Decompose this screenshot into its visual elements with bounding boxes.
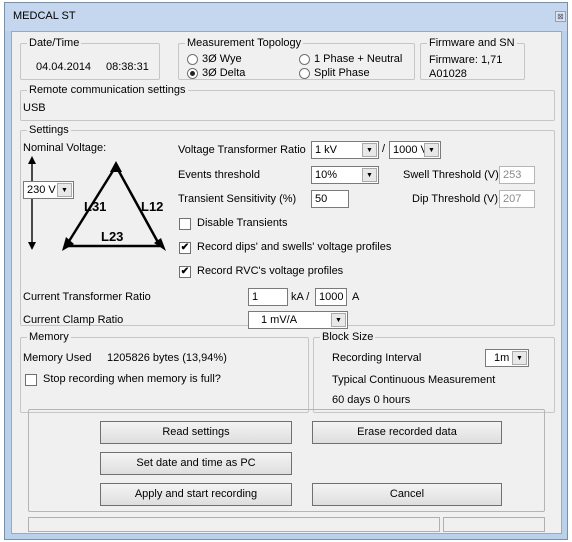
clamp-ratio-select[interactable]: 1 mV/A ▼: [248, 311, 348, 329]
nominal-voltage-label: Nominal Voltage:: [23, 142, 107, 154]
status-bar-left: [28, 517, 440, 532]
chevron-down-icon[interactable]: ▼: [362, 168, 377, 182]
record-dips-label[interactable]: Record dips' and swells' voltage profile…: [197, 241, 391, 253]
nominal-voltage-value: 230 V: [27, 184, 56, 196]
clamp-ratio-label: Current Clamp Ratio: [23, 314, 124, 326]
vt-separator: /: [382, 143, 386, 155]
remote-group: Remote communication settings USB: [20, 84, 555, 121]
diagram-label-l12: L12: [141, 199, 164, 214]
stop-when-full-label[interactable]: Stop recording when memory is full?: [43, 373, 221, 385]
memory-group: Memory Memory Used 1205826 bytes (13,94%…: [20, 331, 309, 413]
topology-label-1phase[interactable]: 1 Phase + Neutral: [314, 53, 402, 65]
close-icon[interactable]: ⊠: [555, 11, 566, 22]
title-bar[interactable]: MEDCAL ST ⊠: [5, 3, 567, 31]
vt-ratio-label: Voltage Transformer Ratio: [178, 144, 306, 156]
typical-measurement-value: 60 days 0 hours: [332, 394, 411, 406]
diagram-label-l31: L31: [84, 199, 107, 214]
record-rvc-label[interactable]: Record RVC's voltage profiles: [197, 265, 343, 277]
events-threshold-label: Events threshold: [178, 169, 260, 181]
dip-threshold-label: Dip Threshold (V): [412, 193, 498, 205]
topology-label-wye[interactable]: 3Ø Wye: [202, 53, 242, 65]
ct-ratio-label: Current Transformer Ratio: [23, 291, 151, 303]
firmware-legend: Firmware and SN: [427, 37, 517, 50]
time-value: 08:38:31: [106, 61, 149, 73]
swell-threshold-label: Swell Threshold (V): [403, 169, 499, 181]
memory-legend: Memory: [27, 331, 71, 344]
topology-group: Measurement Topology 3Ø Wye 3Ø Delta 1 P…: [178, 37, 415, 80]
disable-transients-label[interactable]: Disable Transients: [197, 217, 288, 229]
cancel-button[interactable]: Cancel: [312, 483, 502, 506]
record-dips-checkbox[interactable]: ✔: [179, 242, 191, 254]
topology-radio-wye[interactable]: [187, 54, 198, 65]
vt-secondary-select[interactable]: 1000 V ▼: [389, 141, 441, 159]
erase-data-button[interactable]: Erase recorded data: [312, 421, 502, 444]
topology-radio-split[interactable]: [299, 68, 310, 79]
topology-radio-1phase[interactable]: [299, 54, 310, 65]
apply-start-button[interactable]: Apply and start recording: [100, 483, 292, 506]
swell-threshold-field[interactable]: 253: [499, 166, 535, 184]
memory-used-label: Memory Used: [23, 352, 92, 364]
memory-used-value: 1205826 bytes (13,94%): [107, 352, 227, 364]
remote-value: USB: [23, 102, 46, 114]
ct-unit-a: A: [352, 291, 360, 303]
disable-transients-checkbox[interactable]: [179, 218, 191, 230]
window-title: MEDCAL ST: [13, 10, 76, 22]
recording-interval-value: 1m: [494, 352, 510, 364]
firmware-group: Firmware and SN Firmware: 1,71 A01028: [420, 37, 525, 80]
transient-sensitivity-label: Transient Sensitivity (%): [178, 193, 297, 205]
arrow-up-icon: [28, 156, 36, 164]
record-rvc-checkbox[interactable]: ✔: [179, 266, 191, 278]
ct-primary-field[interactable]: 1: [248, 288, 288, 306]
nominal-voltage-select[interactable]: 230 V ▼: [23, 181, 74, 199]
typical-measurement-label: Typical Continuous Measurement: [332, 374, 496, 386]
ct-secondary-field[interactable]: 1000: [315, 288, 347, 306]
block-size-group: Block Size Recording Interval 1m ▼ Typic…: [313, 331, 555, 413]
recording-interval-label: Recording Interval: [332, 352, 422, 364]
date-value: 04.04.2014: [36, 61, 92, 73]
set-date-button[interactable]: Set date and time as PC: [100, 452, 292, 475]
block-size-legend: Block Size: [320, 331, 376, 344]
status-bar-right: [443, 517, 545, 532]
topology-label-split[interactable]: Split Phase: [314, 67, 370, 79]
topology-legend: Measurement Topology: [185, 37, 304, 50]
chevron-down-icon[interactable]: ▼: [362, 143, 377, 157]
arrowhead-icon: [110, 161, 122, 172]
settings-group: Settings Nominal Voltage: L31 L12 L23 23…: [20, 124, 555, 329]
transient-sensitivity-field[interactable]: 50: [311, 190, 349, 208]
topology-label-delta[interactable]: 3Ø Delta: [202, 67, 245, 79]
chevron-down-icon[interactable]: ▼: [331, 313, 346, 327]
events-threshold-select[interactable]: 10% ▼: [311, 166, 379, 184]
arrow-down-icon: [28, 242, 36, 250]
chevron-down-icon[interactable]: ▼: [424, 143, 439, 157]
datetime-legend: Date/Time: [27, 37, 82, 50]
events-threshold-value: 10%: [315, 169, 338, 181]
topology-radio-delta[interactable]: [187, 68, 198, 79]
chevron-down-icon[interactable]: ▼: [57, 183, 72, 197]
vt-secondary-value: 1000 V: [393, 144, 428, 156]
read-settings-button[interactable]: Read settings: [100, 421, 292, 444]
remote-legend: Remote communication settings: [27, 84, 188, 97]
main-window: MEDCAL ST ⊠ Date/Time 04.04.2014 08:38:3…: [4, 2, 568, 540]
arrowhead-icon: [62, 237, 74, 251]
client-area: Date/Time 04.04.2014 08:38:31 Measuremen…: [11, 31, 562, 534]
buttons-panel: Read settings Erase recorded data Set da…: [28, 409, 545, 512]
chevron-down-icon[interactable]: ▼: [512, 351, 527, 365]
settings-legend: Settings: [27, 124, 71, 137]
diagram-label-l23: L23: [101, 229, 124, 244]
ct-unit-ka: kA /: [291, 291, 310, 303]
clamp-ratio-value: 1 mV/A: [261, 314, 298, 326]
serial-number: A01028: [429, 68, 467, 80]
stop-when-full-checkbox[interactable]: [25, 374, 37, 386]
dip-threshold-field[interactable]: 207: [499, 190, 535, 208]
recording-interval-select[interactable]: 1m ▼: [485, 349, 529, 367]
vt-primary-value: 1 kV: [315, 144, 338, 156]
datetime-group: Date/Time 04.04.2014 08:38:31: [20, 37, 160, 80]
vt-primary-select[interactable]: 1 kV ▼: [311, 141, 379, 159]
firmware-version: Firmware: 1,71: [429, 54, 503, 66]
